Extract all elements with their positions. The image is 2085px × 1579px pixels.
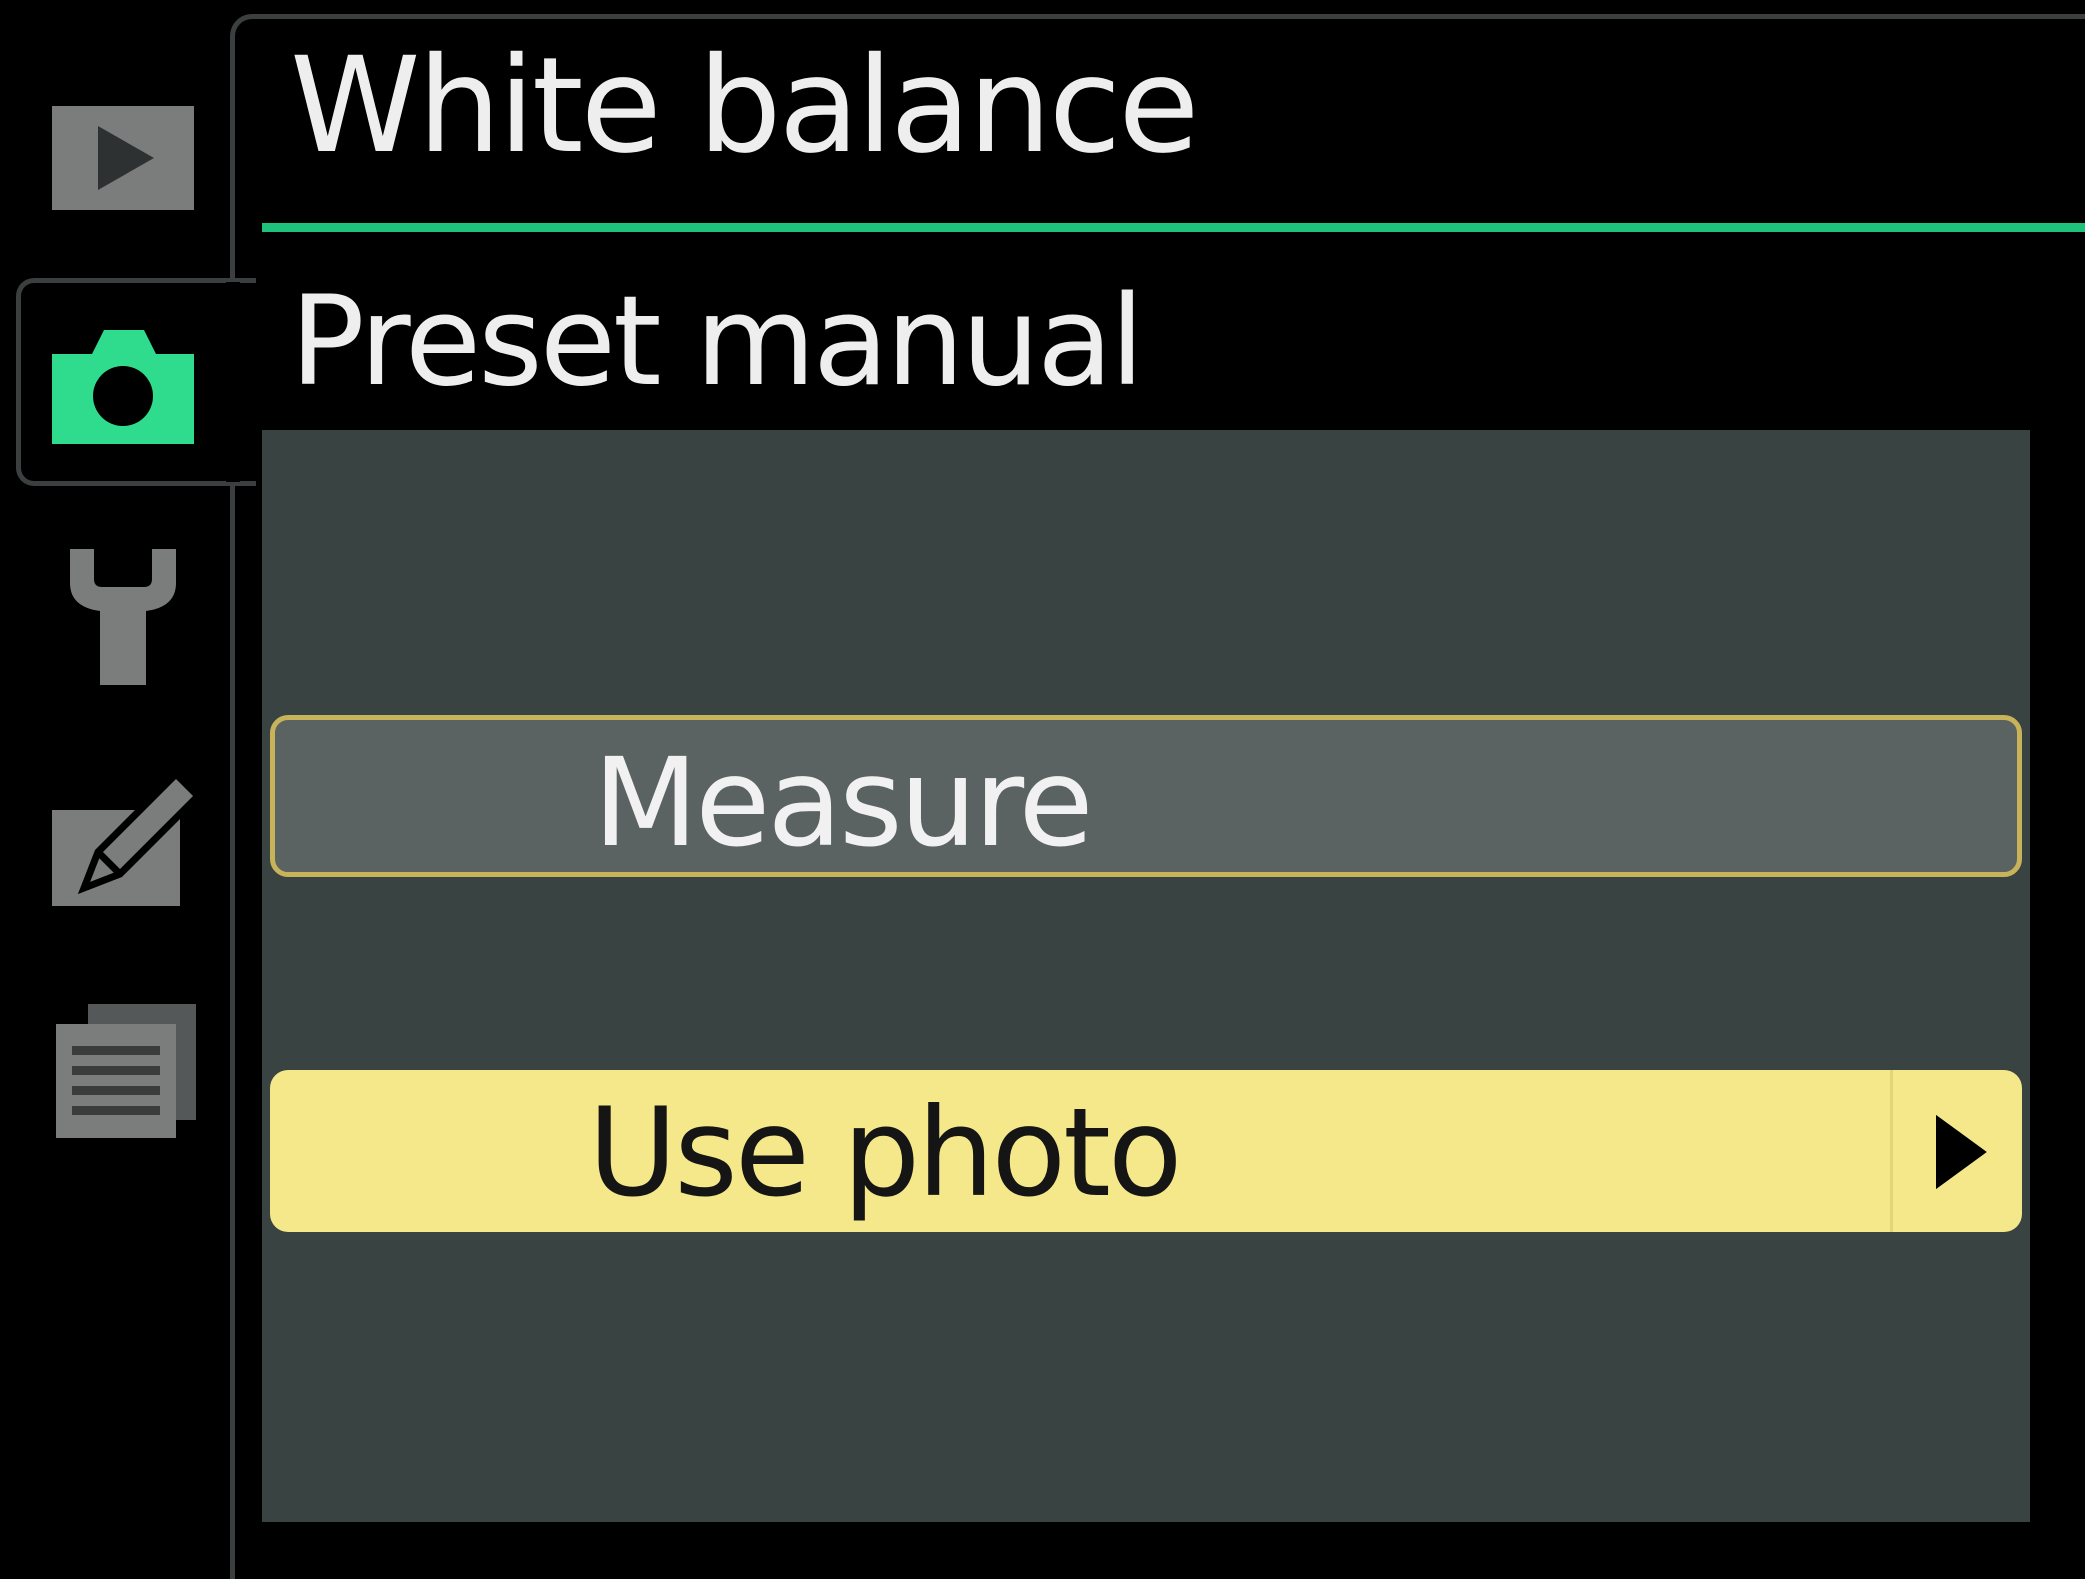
option-label: Use photo [588, 1082, 1183, 1224]
menu-subtitle: Preset manual [290, 270, 1144, 414]
playback-icon [52, 106, 194, 210]
tab-retouch[interactable] [48, 770, 198, 910]
tab-recent-settings[interactable] [48, 1000, 198, 1140]
wrench-icon [70, 549, 176, 685]
right-arrow-icon [1936, 1114, 1987, 1190]
menu-title: White balance [290, 29, 1199, 183]
camera-menu-screen: White balance Preset manual Measure Use … [0, 0, 2085, 1579]
option-use-photo[interactable]: Use photo [270, 1070, 2022, 1232]
option-label: Measure [593, 732, 1093, 874]
title-divider [262, 223, 2085, 232]
tab-setup[interactable] [48, 545, 198, 685]
submenu-arrow [1890, 1070, 2022, 1232]
option-measure[interactable]: Measure [270, 715, 2022, 877]
camera-icon [52, 330, 194, 444]
recent-settings-icon [56, 1004, 196, 1138]
tab-shooting[interactable] [48, 310, 198, 450]
tab-playback[interactable] [48, 92, 198, 232]
retouch-icon [52, 770, 198, 906]
options-panel [262, 430, 2030, 1522]
